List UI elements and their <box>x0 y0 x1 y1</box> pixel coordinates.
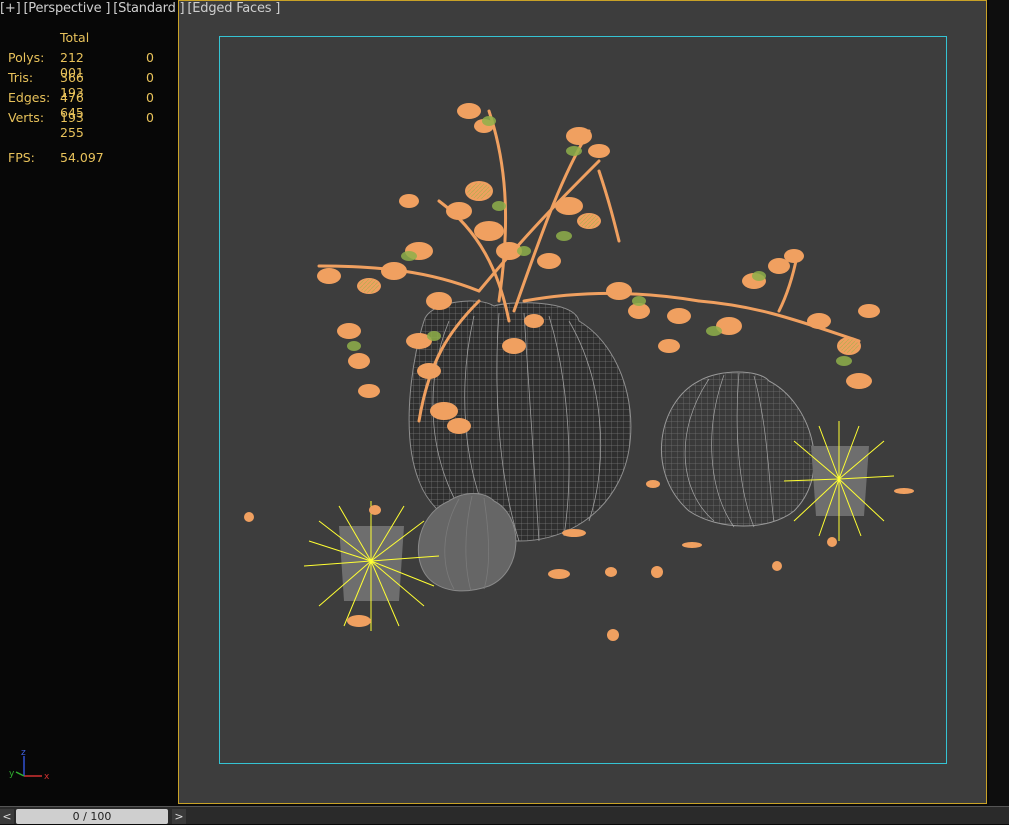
stats-selected: 0 <box>146 50 154 65</box>
time-slider[interactable]: 0 / 100 <box>16 809 168 824</box>
viewport-label-menu: [+] [Perspective ] [Standard ] [Edged Faces… <box>0 1 283 16</box>
stats-selected: 0 <box>146 70 154 85</box>
svg-text:y: y <box>9 769 15 779</box>
perspective-viewport[interactable] <box>178 0 987 804</box>
stats-header: Total <box>60 30 90 45</box>
svg-text:x: x <box>44 772 50 782</box>
timeline-next-button[interactable]: > <box>172 809 186 824</box>
stats-total: 193 255 <box>60 110 84 140</box>
medium-vase[interactable] <box>660 371 815 528</box>
stats-label: Verts: <box>8 110 45 125</box>
viewport-plus-menu[interactable]: [+] <box>0 1 21 16</box>
fps-label: FPS: <box>8 150 35 165</box>
stats-label: Edges: <box>8 90 51 105</box>
right-gutter <box>989 0 1009 806</box>
stats-label: Polys: <box>8 50 45 65</box>
timeline-prev-button[interactable]: < <box>0 809 14 824</box>
stats-pane: Total Polys: 212 001 0 Tris: 366 193 0 E… <box>0 0 178 806</box>
stats-label: Tris: <box>8 70 34 85</box>
timeline-bar: < 0 / 100 > <box>0 806 1009 824</box>
axis-gizmo-icon: x z y <box>9 748 50 782</box>
stats-selected: 0 <box>146 90 154 105</box>
small-vase[interactable] <box>418 493 517 592</box>
viewport-pov-menu[interactable]: [Perspective ] <box>23 1 110 16</box>
svg-text:z: z <box>21 748 26 758</box>
fps-value: 54.097 <box>60 150 104 165</box>
scene-render <box>244 103 914 641</box>
stats-selected: 0 <box>146 110 154 125</box>
left-candle[interactable] <box>303 501 440 631</box>
viewport-display-mode-menu[interactable]: [Edged Faces ] <box>187 1 280 16</box>
viewport-shading-menu[interactable]: [Standard ] <box>113 1 184 16</box>
